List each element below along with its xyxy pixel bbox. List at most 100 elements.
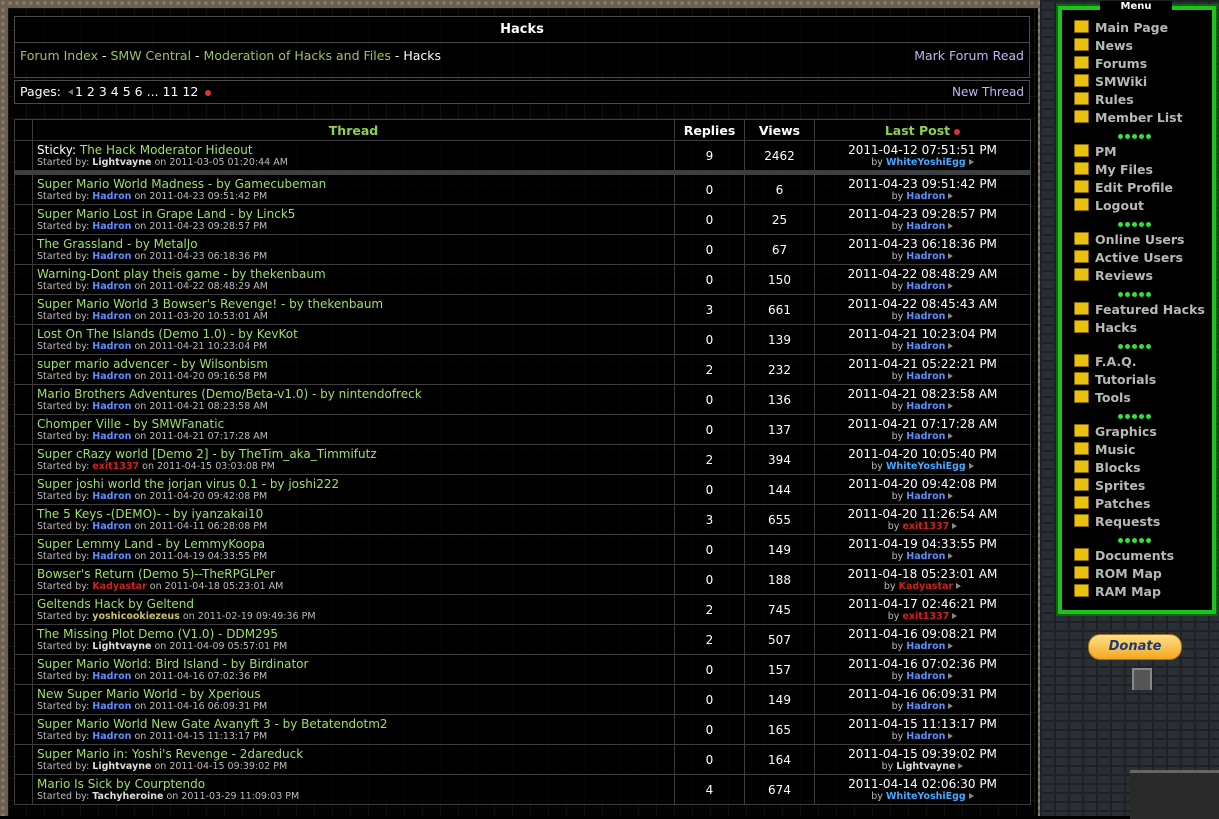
thread-title-link[interactable]: Geltends Hack by Geltend [37, 597, 674, 611]
page-link[interactable]: 4 [111, 84, 119, 99]
menu-item-sprites[interactable]: Sprites [1074, 477, 1205, 495]
goto-last-post-icon[interactable] [948, 643, 954, 649]
thread-title-link[interactable]: Super Mario World New Gate Avanyft 3 - b… [37, 717, 674, 731]
menu-item-my-files[interactable]: My Files [1074, 161, 1205, 179]
thread-author-link[interactable]: Hadron [92, 701, 131, 712]
thread-author-link[interactable]: Hadron [92, 371, 131, 382]
last-post-author-link[interactable]: Hadron [906, 701, 945, 712]
thread-author-link[interactable]: Lightvayne [92, 761, 151, 772]
last-post-author-link[interactable]: Hadron [906, 311, 945, 322]
thread-author-link[interactable]: Hadron [92, 431, 131, 442]
last-post-author-link[interactable]: Hadron [906, 431, 945, 442]
thread-author-link[interactable]: Lightvayne [92, 641, 151, 652]
goto-last-post-icon[interactable] [968, 793, 974, 799]
goto-last-post-icon[interactable] [948, 313, 954, 319]
thread-title-link[interactable]: Super Mario World 3 Bowser's Revenge! - … [37, 297, 674, 311]
last-post-author-link[interactable]: Hadron [906, 671, 945, 682]
thread-author-link[interactable]: Hadron [92, 281, 131, 292]
last-post-author-link[interactable]: Hadron [906, 401, 945, 412]
goto-last-post-icon[interactable] [948, 193, 954, 199]
menu-item-rules[interactable]: Rules [1074, 91, 1205, 109]
goto-last-post-icon[interactable] [952, 523, 958, 529]
last-post-author-link[interactable]: Hadron [906, 371, 945, 382]
page-link[interactable]: 12 [182, 84, 198, 99]
last-post-author-link[interactable]: Hadron [906, 731, 945, 742]
thread-author-link[interactable]: Hadron [92, 311, 131, 322]
prev-page-icon[interactable] [67, 89, 73, 95]
thread-title-link[interactable]: Super Mario in: Yoshi's Revenge - 2dared… [37, 747, 674, 761]
menu-item-requests[interactable]: Requests [1074, 513, 1205, 531]
menu-item-tutorials[interactable]: Tutorials [1074, 371, 1205, 389]
thread-title-link[interactable]: The Missing Plot Demo (V1.0) - DDM295 [37, 627, 674, 641]
thread-title-link[interactable]: Mario Is Sick by Courptendo [37, 777, 674, 791]
thread-title-link[interactable]: Chomper Ville - by SMWFanatic [37, 417, 674, 431]
last-post-author-link[interactable]: exit1337 [902, 611, 949, 622]
last-post-author-link[interactable]: Hadron [906, 491, 945, 502]
goto-last-post-icon[interactable] [948, 223, 954, 229]
page-link[interactable]: 6 [135, 84, 143, 99]
thread-title-link[interactable]: Super Mario World: Bird Island - by Bird… [37, 657, 674, 671]
thread-title-link[interactable]: Mario Brothers Adventures (Demo/Beta-v1.… [37, 387, 674, 401]
goto-last-post-icon[interactable] [948, 403, 954, 409]
menu-item-online-users[interactable]: Online Users [1074, 231, 1205, 249]
breadcrumb-moderation[interactable]: Moderation of Hacks and Files [204, 48, 391, 63]
thread-author-link[interactable]: Tachyheroine [92, 791, 163, 802]
goto-last-post-icon[interactable] [956, 583, 962, 589]
thread-title-link[interactable]: Lost On The Islands (Demo 1.0) - by KevK… [37, 327, 674, 341]
goto-last-post-icon[interactable] [948, 673, 954, 679]
thread-title-link[interactable]: New Super Mario World - by Xperious [37, 687, 674, 701]
thread-title-link[interactable]: The 5 Keys -(DEMO)- - by iyanzakai10 [37, 507, 674, 521]
menu-item-music[interactable]: Music [1074, 441, 1205, 459]
thread-author-link[interactable]: exit1337 [92, 461, 139, 472]
thread-title-link[interactable]: Super Lemmy Land - by LemmyKoopa [37, 537, 674, 551]
thread-author-link[interactable]: Hadron [92, 221, 131, 232]
menu-item-active-users[interactable]: Active Users [1074, 249, 1205, 267]
thread-author-link[interactable]: Lightvayne [92, 157, 151, 168]
last-post-author-link[interactable]: Hadron [906, 191, 945, 202]
last-post-author-link[interactable]: Hadron [906, 551, 945, 562]
goto-last-post-icon[interactable] [948, 283, 954, 289]
new-thread-link[interactable]: New Thread [952, 81, 1024, 103]
thread-title-link[interactable]: The Grassland - by MetalJo [37, 237, 674, 251]
last-post-author-link[interactable]: Hadron [906, 251, 945, 262]
thread-title-link[interactable]: Warning-Dont play theis game - by theken… [37, 267, 674, 281]
menu-item-forums[interactable]: Forums [1074, 55, 1205, 73]
goto-last-post-icon[interactable] [948, 253, 954, 259]
menu-item-patches[interactable]: Patches [1074, 495, 1205, 513]
breadcrumb-forum-index[interactable]: Forum Index [20, 48, 98, 63]
thread-author-link[interactable]: Hadron [92, 191, 131, 202]
thread-author-link[interactable]: Hadron [92, 251, 131, 262]
page-link[interactable]: 5 [123, 84, 131, 99]
thread-author-link[interactable]: Hadron [92, 521, 131, 532]
thread-title-link[interactable]: Super Mario Lost in Grape Land - by Linc… [37, 207, 674, 221]
header-last-post[interactable]: Last Post [814, 119, 1031, 141]
thread-author-link[interactable]: Hadron [92, 731, 131, 742]
last-post-author-link[interactable]: Lightvayne [896, 761, 955, 772]
goto-last-post-icon[interactable] [958, 763, 964, 769]
menu-item-logout[interactable]: Logout [1074, 197, 1205, 215]
page-link[interactable]: 3 [99, 84, 107, 99]
last-post-author-link[interactable]: Hadron [906, 341, 945, 352]
last-post-author-link[interactable]: Hadron [906, 641, 945, 652]
menu-item-graphics[interactable]: Graphics [1074, 423, 1205, 441]
last-post-author-link[interactable]: Hadron [906, 221, 945, 232]
header-thread[interactable]: Thread [32, 119, 675, 141]
page-link[interactable]: 11 [163, 84, 179, 99]
thread-author-link[interactable]: Hadron [92, 491, 131, 502]
goto-last-post-icon[interactable] [952, 613, 958, 619]
thread-author-link[interactable]: Hadron [92, 341, 131, 352]
menu-item-documents[interactable]: Documents [1074, 547, 1205, 565]
thread-title-link[interactable]: Bowser's Return (Demo 5)--TheRPGLPer [37, 567, 674, 581]
page-link[interactable]: 1 [75, 84, 83, 99]
breadcrumb-smw-central[interactable]: SMW Central [110, 48, 191, 63]
last-post-author-link[interactable]: WhiteYoshiEgg [886, 157, 966, 168]
goto-last-post-icon[interactable] [948, 703, 954, 709]
goto-last-post-icon[interactable] [948, 343, 954, 349]
goto-last-post-icon[interactable] [968, 463, 974, 469]
menu-item-member-list[interactable]: Member List [1074, 109, 1205, 127]
goto-last-post-icon[interactable] [948, 433, 954, 439]
menu-item-hacks[interactable]: Hacks [1074, 319, 1205, 337]
last-post-author-link[interactable]: exit1337 [902, 521, 949, 532]
thread-title-link[interactable]: Super Mario World Madness - by Gamecubem… [37, 177, 674, 191]
thread-author-link[interactable]: Hadron [92, 401, 131, 412]
